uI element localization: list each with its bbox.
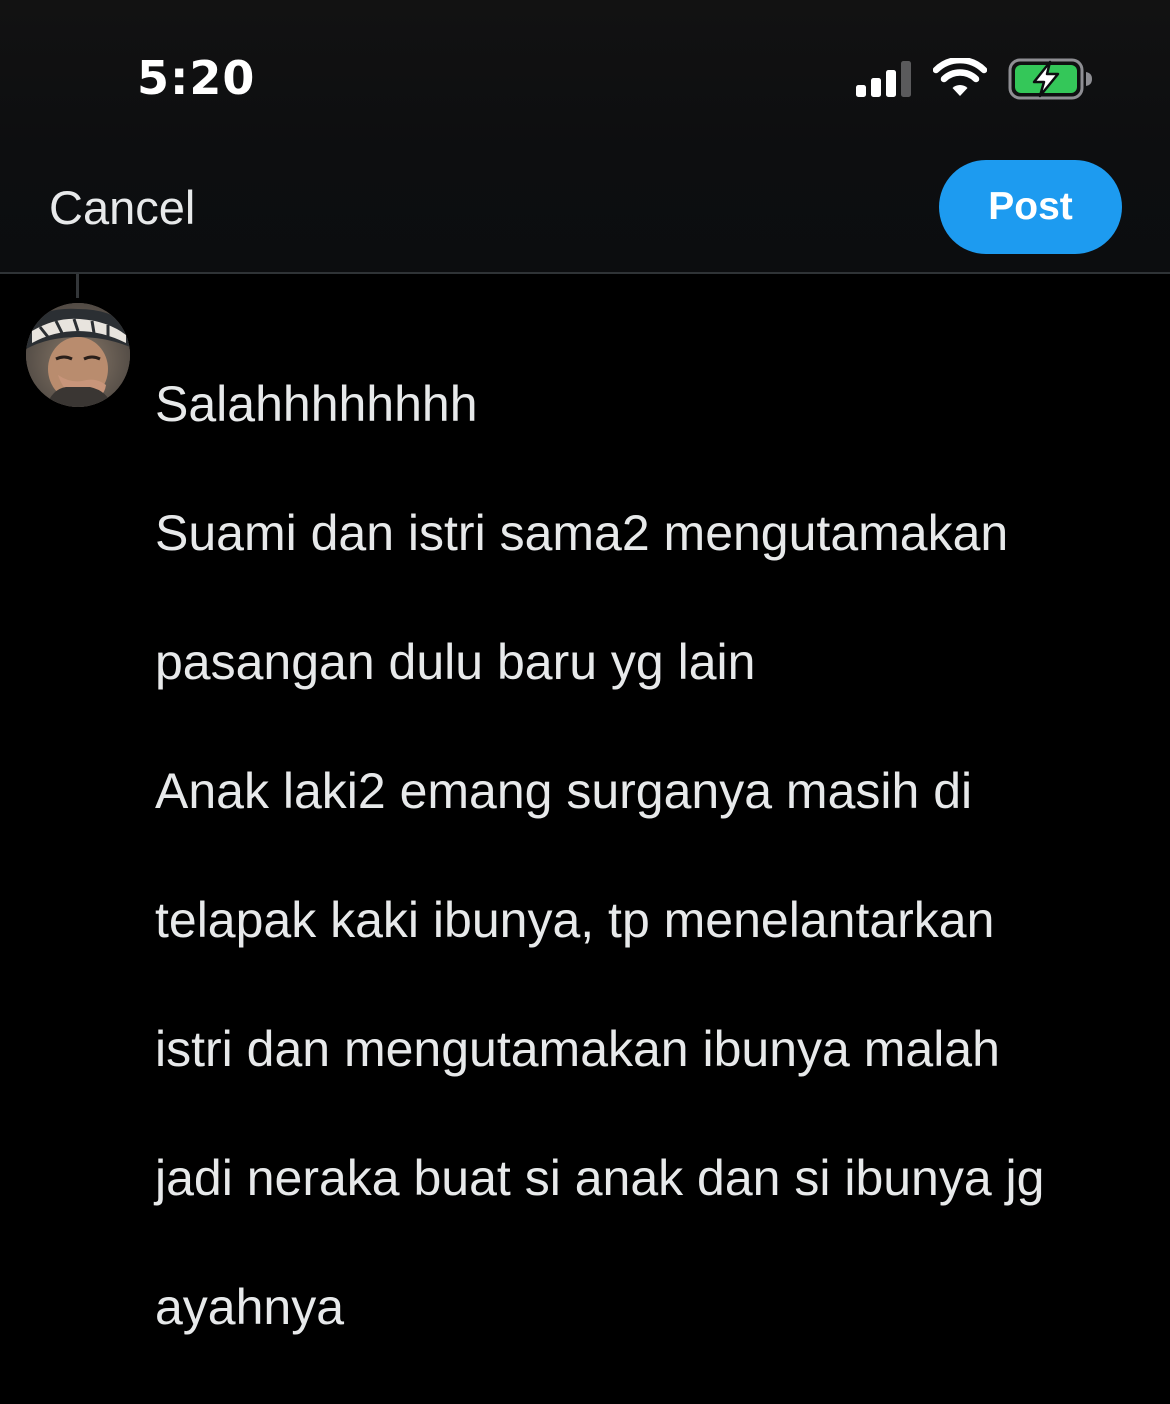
thread-connector-line	[76, 274, 79, 298]
reply-text-line: telapak kaki ibunya, tp menelantarkan	[155, 891, 995, 948]
battery-charging-icon	[1008, 58, 1092, 100]
user-avatar[interactable]	[26, 303, 130, 407]
reply-text-line: jadi neraka buat si anak dan si ibunya j…	[155, 1149, 1045, 1206]
status-time: 5:20	[137, 51, 256, 105]
reply-text-line: Suami dan istri sama2 mengutamakan	[155, 504, 1009, 561]
reply-text[interactable]: Salahhhhhhhh Suami dan istri sama2 mengu…	[155, 307, 1155, 1404]
reply-text-line: istri dan mengutamakan ibunya malah	[155, 1020, 1000, 1077]
avatar-photo	[26, 303, 130, 407]
reply-text-line: Salahhhhhhhh	[155, 375, 478, 432]
post-button[interactable]: Post	[939, 160, 1122, 254]
reply-text-line: pasangan dulu baru yg lain	[155, 633, 756, 690]
reply-text-line: Anak laki2 emang surganya masih di	[155, 762, 973, 819]
cellular-signal-icon	[856, 61, 911, 97]
status-bar: 5:20	[0, 0, 1170, 140]
header-divider	[0, 272, 1170, 274]
reply-text-line: ayahnya	[155, 1278, 345, 1335]
wifi-icon	[933, 58, 987, 96]
cancel-button[interactable]: Cancel	[49, 180, 195, 236]
